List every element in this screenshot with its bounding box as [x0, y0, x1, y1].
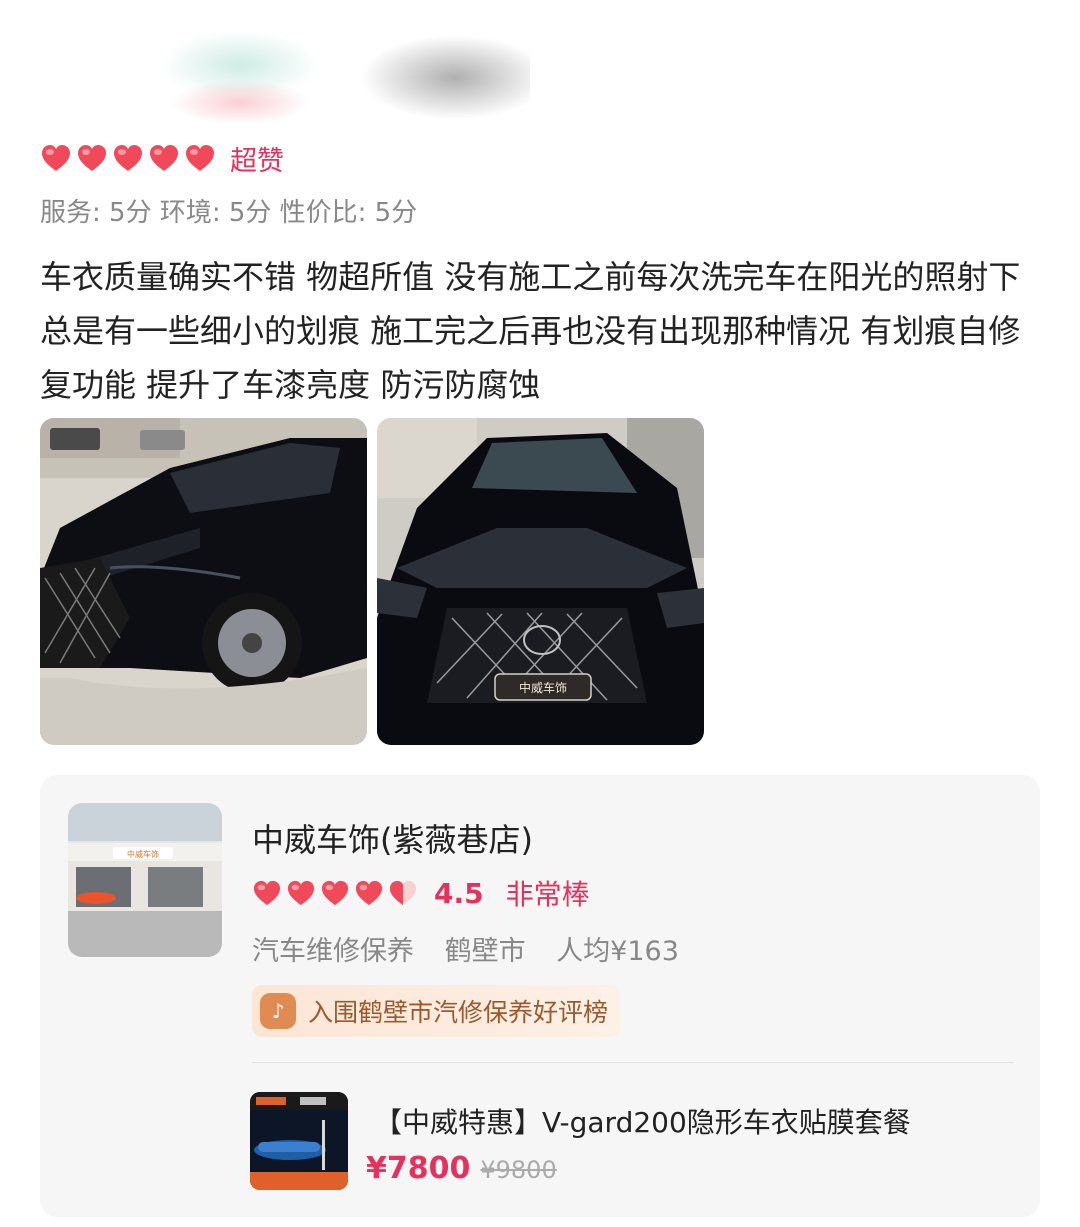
svg-text:中威车饰: 中威车饰 [127, 849, 159, 859]
heart-icon [150, 145, 178, 171]
deal-title[interactable]: 【中威特惠】V-gard200隐形车衣贴膜套餐 [374, 1101, 911, 1141]
deal-original-price: ¥9800 [480, 1156, 557, 1184]
deal-thumbnail[interactable] [250, 1092, 348, 1190]
divider [252, 1062, 1014, 1063]
car-side-image [40, 418, 367, 745]
heart-icon [186, 145, 214, 171]
heart-icon [114, 145, 142, 171]
shop-avg-price: 人均¥163 [556, 936, 679, 967]
shop-category: 汽车维修保养 [252, 936, 414, 967]
half-heart-icon [389, 880, 417, 906]
shop-score-label: 非常棒 [505, 878, 590, 911]
shop-city: 鹤壁市 [444, 936, 526, 967]
deal-price: ¥7800 ¥9800 [366, 1151, 557, 1186]
shop-rating: 4.5 非常棒 [252, 873, 590, 913]
heart-icon [355, 880, 383, 906]
review-photo[interactable]: 中威车饰 [377, 418, 704, 745]
review-rating: 超赞 [40, 140, 284, 177]
shop-thumbnail: 中威车饰 [68, 803, 222, 957]
heart-icon [42, 145, 70, 171]
review-photo[interactable] [40, 418, 367, 745]
shop-card[interactable]: 中威车饰 中威车饰(紫薇巷店) 4.5 非常棒 汽车维修保养 鹤壁市 人均¥16… [40, 775, 1040, 1217]
review-text: 车衣质量确实不错 物超所值 没有施工之前每次洗完车在阳光的照射下总是有一些细小的… [40, 258, 1021, 404]
car-front-image: 中威车饰 [377, 418, 704, 745]
rank-text: 入围鹤壁市汽修保养好评榜 [308, 998, 609, 1027]
shop-score: 4.5 [434, 876, 484, 910]
shop-name[interactable]: 中威车饰(紫薇巷店) [252, 815, 533, 861]
heart-icon [287, 880, 315, 906]
shop-meta: 汽车维修保养 鹤壁市 人均¥163 [252, 929, 701, 968]
heart-icon [321, 880, 349, 906]
heart-icon [78, 145, 106, 171]
deal-current-price: ¥7800 [366, 1151, 471, 1186]
rating-label: 超赞 [230, 145, 284, 177]
blurred-user-header [30, 10, 530, 122]
douyin-icon: ♪ [260, 993, 296, 1029]
heart-icon [253, 880, 281, 906]
plate-text: 中威车饰 [519, 680, 567, 695]
rank-badge[interactable]: ♪ 入围鹤壁市汽修保养好评榜 [252, 985, 621, 1037]
sub-scores: 服务: 5分 环境: 5分 性价比: 5分 [40, 198, 418, 228]
